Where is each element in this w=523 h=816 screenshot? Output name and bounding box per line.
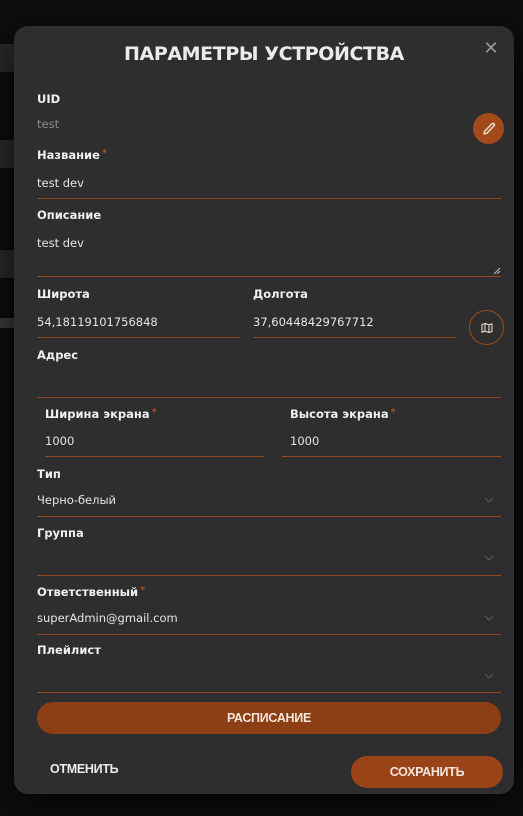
name-label: Название *	[37, 148, 107, 162]
group-label: Группа	[37, 526, 84, 540]
open-map-button[interactable]	[469, 310, 504, 345]
type-select[interactable]: Черно-белый	[37, 493, 116, 507]
screen-height-label-text: Высота экрана	[290, 407, 389, 421]
schedule-button[interactable]: РАСПИСАНИЕ	[37, 702, 501, 734]
background-fragment	[0, 250, 14, 278]
background-fragment	[0, 318, 14, 328]
address-underline	[37, 397, 501, 398]
name-underline	[37, 198, 501, 199]
screen-height-underline	[282, 456, 501, 457]
longitude-label: Долгота	[253, 287, 308, 301]
resize-grip-icon[interactable]	[493, 267, 501, 275]
responsible-select[interactable]: superAdmin@gmail.com	[37, 611, 178, 625]
chevron-down-icon[interactable]	[484, 554, 494, 562]
screen-width-label: Ширина экрана *	[45, 407, 157, 421]
longitude-input[interactable]: 37,60448429767712	[253, 315, 374, 329]
device-settings-modal: ПАРАМЕТРЫ УСТРОЙСТВА ✕ UID test Название…	[14, 26, 514, 794]
responsible-label-text: Ответственный	[37, 585, 139, 599]
screen-width-underline	[45, 456, 264, 457]
uid-label: UID	[37, 92, 61, 106]
pencil-icon	[482, 122, 495, 135]
responsible-label: Ответственный *	[37, 585, 145, 599]
group-underline	[37, 575, 501, 576]
name-label-text: Название	[37, 148, 100, 162]
cancel-button[interactable]: ОТМЕНИТЬ	[50, 762, 119, 776]
screen-width-input[interactable]: 1000	[45, 434, 74, 448]
playlist-label: Плейлист	[37, 643, 101, 657]
responsible-underline	[37, 634, 501, 635]
latitude-underline	[37, 337, 240, 338]
description-textarea[interactable]: test dev	[37, 236, 84, 250]
edit-uid-button[interactable]	[473, 113, 504, 144]
chevron-down-icon[interactable]	[484, 672, 494, 680]
required-mark: *	[151, 407, 157, 418]
screen-height-input[interactable]: 1000	[290, 434, 319, 448]
playlist-underline	[37, 692, 501, 693]
chevron-down-icon[interactable]	[484, 614, 494, 622]
chevron-down-icon[interactable]	[484, 496, 494, 504]
screen-width-label-text: Ширина экрана	[45, 407, 150, 421]
description-underline	[37, 276, 501, 277]
map-icon	[480, 322, 493, 333]
latitude-input[interactable]: 54,18119101756848	[37, 315, 158, 329]
uid-value: test	[37, 117, 60, 131]
description-label: Описание	[37, 208, 102, 222]
latitude-label: Широта	[37, 287, 90, 301]
modal-title: ПАРАМЕТРЫ УСТРОЙСТВА	[124, 43, 404, 65]
address-label: Адрес	[37, 348, 79, 362]
required-mark: *	[101, 148, 107, 159]
type-label: Тип	[37, 467, 61, 481]
name-input[interactable]: test dev	[37, 176, 84, 190]
save-button[interactable]: СОХРАНИТЬ	[351, 756, 503, 788]
required-mark: *	[140, 585, 146, 596]
close-icon[interactable]: ✕	[480, 38, 502, 60]
background-fragment	[0, 140, 14, 168]
background-fragment	[0, 44, 14, 72]
required-mark: *	[390, 407, 396, 418]
type-underline	[37, 516, 501, 517]
longitude-underline	[253, 337, 456, 338]
screen-height-label: Высота экрана *	[290, 407, 396, 421]
